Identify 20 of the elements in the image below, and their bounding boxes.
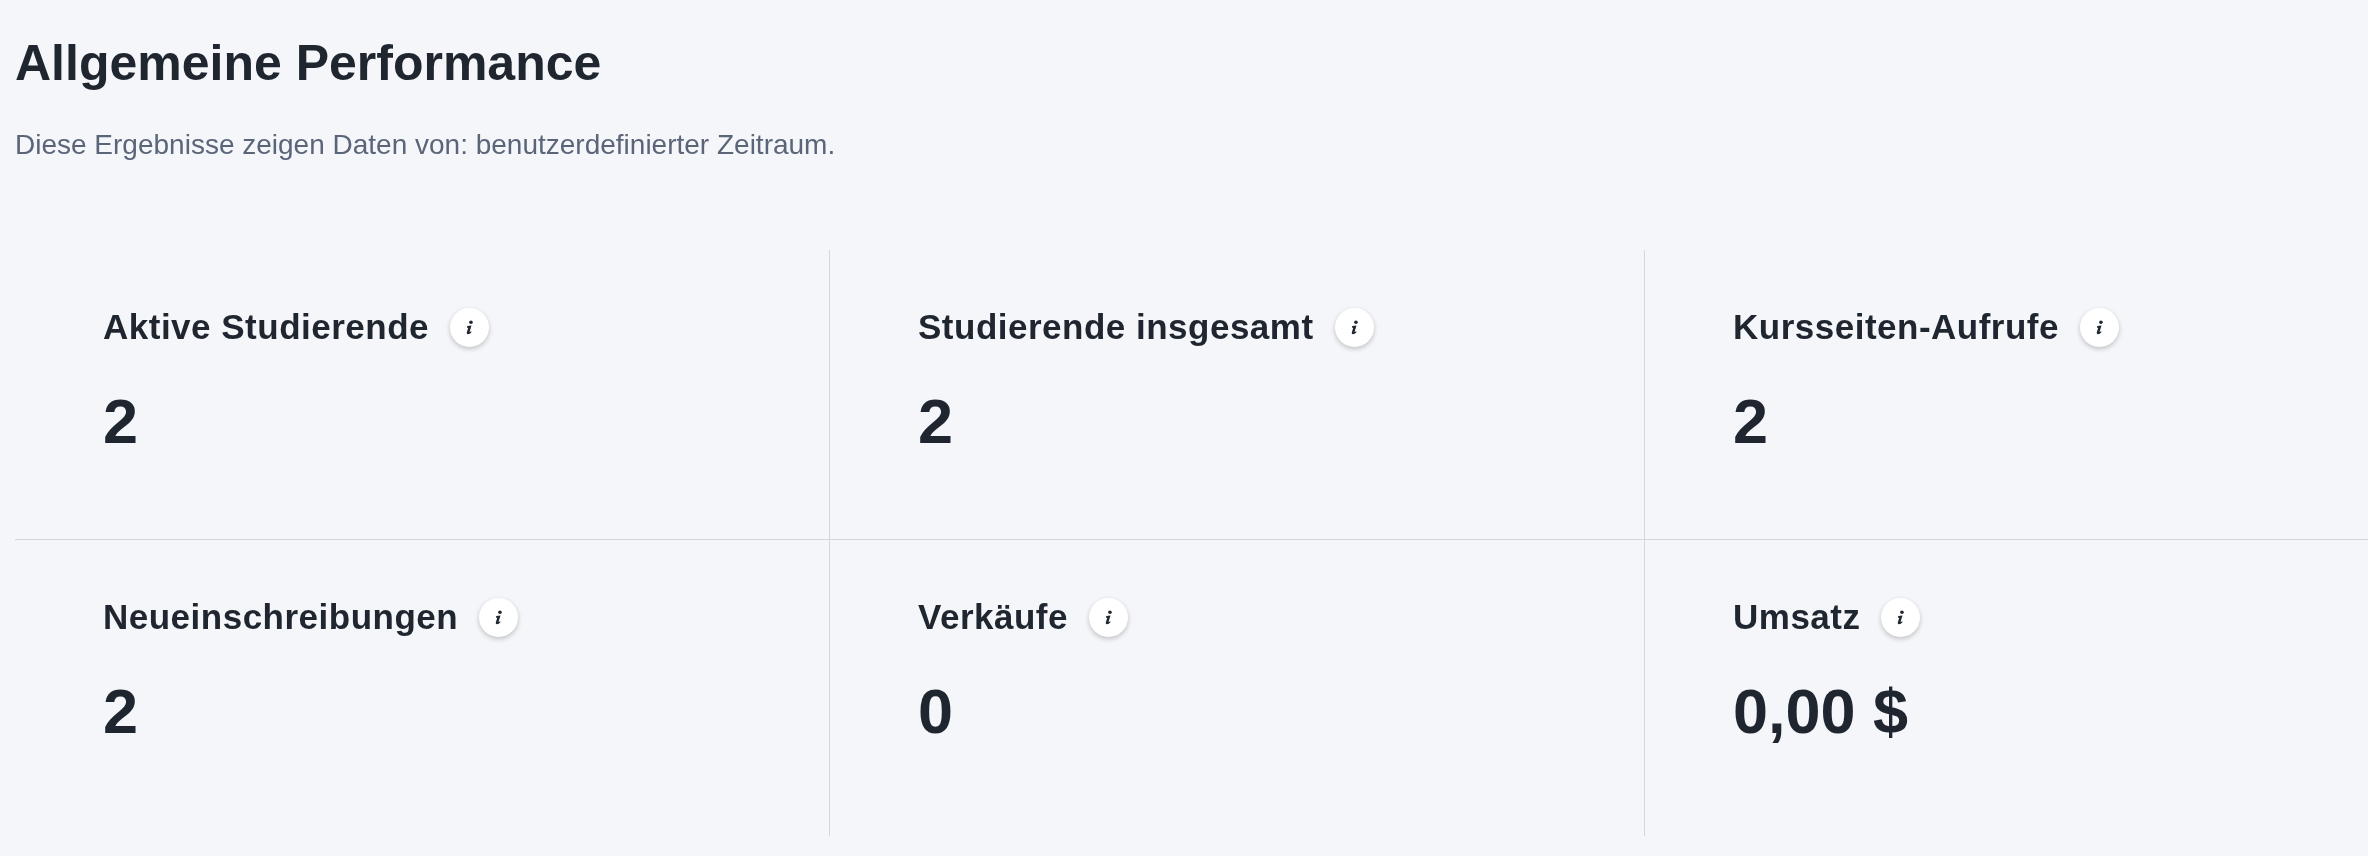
info-icon[interactable] xyxy=(2080,307,2119,347)
metric-label: Umsatz xyxy=(1733,597,1861,637)
metric-value: 0 xyxy=(918,676,954,746)
metric-label: Aktive Studierende xyxy=(103,307,430,347)
info-icon[interactable] xyxy=(479,597,519,637)
metric-value: 2 xyxy=(103,386,139,456)
metric-label: Verkäufe xyxy=(918,597,1068,637)
metric-value: 0,00 $ xyxy=(1733,676,1909,746)
info-icon[interactable] xyxy=(450,307,490,347)
metric-label: Neueinschreibungen xyxy=(103,597,459,637)
metric-value: 2 xyxy=(918,386,954,456)
metric-value: 2 xyxy=(1733,386,1769,456)
info-icon[interactable] xyxy=(1334,307,1374,347)
metric-value: 2 xyxy=(103,676,139,746)
metric-label: Studierende insgesamt xyxy=(918,307,1314,347)
page-subtitle: Diese Ergebnisse zeigen Daten von: benutzerdefinierter Zeitraum. xyxy=(15,128,836,162)
info-icon[interactable] xyxy=(1088,597,1128,637)
metric-label: Kursseiten-Aufrufe xyxy=(1733,307,2059,347)
info-icon[interactable] xyxy=(1881,597,1921,637)
page-title: Allgemeine Performance xyxy=(15,34,602,93)
